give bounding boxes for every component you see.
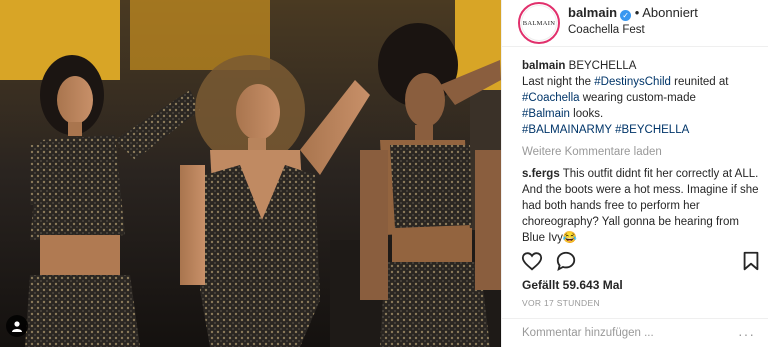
post-timestamp[interactable]: VOR 17 STUNDEN	[522, 298, 600, 308]
avatar[interactable]: BALMAIN	[518, 2, 560, 44]
person-icon	[12, 321, 22, 332]
verified-check-icon: ✓	[620, 10, 632, 21]
add-comment-input[interactable]	[522, 325, 722, 341]
hashtag-link[interactable]: #Balmain	[522, 108, 570, 120]
hashtag-link[interactable]: #BALMAINARMY	[522, 124, 612, 136]
caption-text: looks.	[569, 108, 604, 120]
tagged-people-button[interactable]	[6, 315, 28, 337]
caption: balmain BEYCHELLA Last night the #Destin…	[522, 58, 762, 138]
location-link[interactable]: Coachella Fest	[568, 24, 645, 36]
caption-text: Last night the	[522, 76, 595, 88]
like-count[interactable]: Gefällt 59.643 Mal	[522, 278, 623, 292]
comment-bubble-icon[interactable]	[555, 250, 577, 272]
hashtag-link[interactable]: #Coachella	[522, 92, 580, 104]
caption-text: reunited at	[670, 76, 729, 88]
caption-text: wearing custom-made	[579, 92, 696, 104]
caption-username[interactable]: balmain	[522, 60, 565, 72]
follow-status-button[interactable]: Abonniert	[642, 5, 698, 20]
separator: •	[634, 5, 640, 20]
post-sidebar: BALMAIN balmain ✓ • Abonniert Coachella F…	[501, 0, 768, 347]
comment: s.fergs This outfit didnt fit her correc…	[522, 166, 762, 246]
load-more-comments-link[interactable]: Weitere Kommentare laden	[522, 144, 762, 160]
add-comment-bar: ···	[502, 318, 768, 348]
comments-section: balmain BEYCHELLA Last night the #Destin…	[522, 58, 762, 246]
avatar-logo: BALMAIN	[521, 5, 557, 41]
comment-username[interactable]: s.fergs	[522, 168, 560, 180]
post-photo-image	[0, 0, 501, 347]
account-row: balmain ✓ • Abonniert	[568, 5, 698, 21]
post-photo[interactable]	[0, 0, 501, 347]
heart-icon[interactable]	[521, 250, 543, 272]
hashtag-link[interactable]: #DestinysChild	[594, 76, 671, 88]
like-count-text: Gefällt 59.643 Mal	[522, 278, 623, 292]
bookmark-icon[interactable]	[740, 250, 762, 272]
hashtag-link[interactable]: #BEYCHELLA	[615, 124, 689, 136]
action-bar	[502, 248, 768, 276]
post-header: BALMAIN balmain ✓ • Abonniert Coachella F…	[502, 0, 768, 47]
account-name[interactable]: balmain	[568, 5, 617, 20]
caption-line: BEYCHELLA	[568, 60, 637, 72]
more-options-icon[interactable]: ···	[738, 326, 755, 342]
